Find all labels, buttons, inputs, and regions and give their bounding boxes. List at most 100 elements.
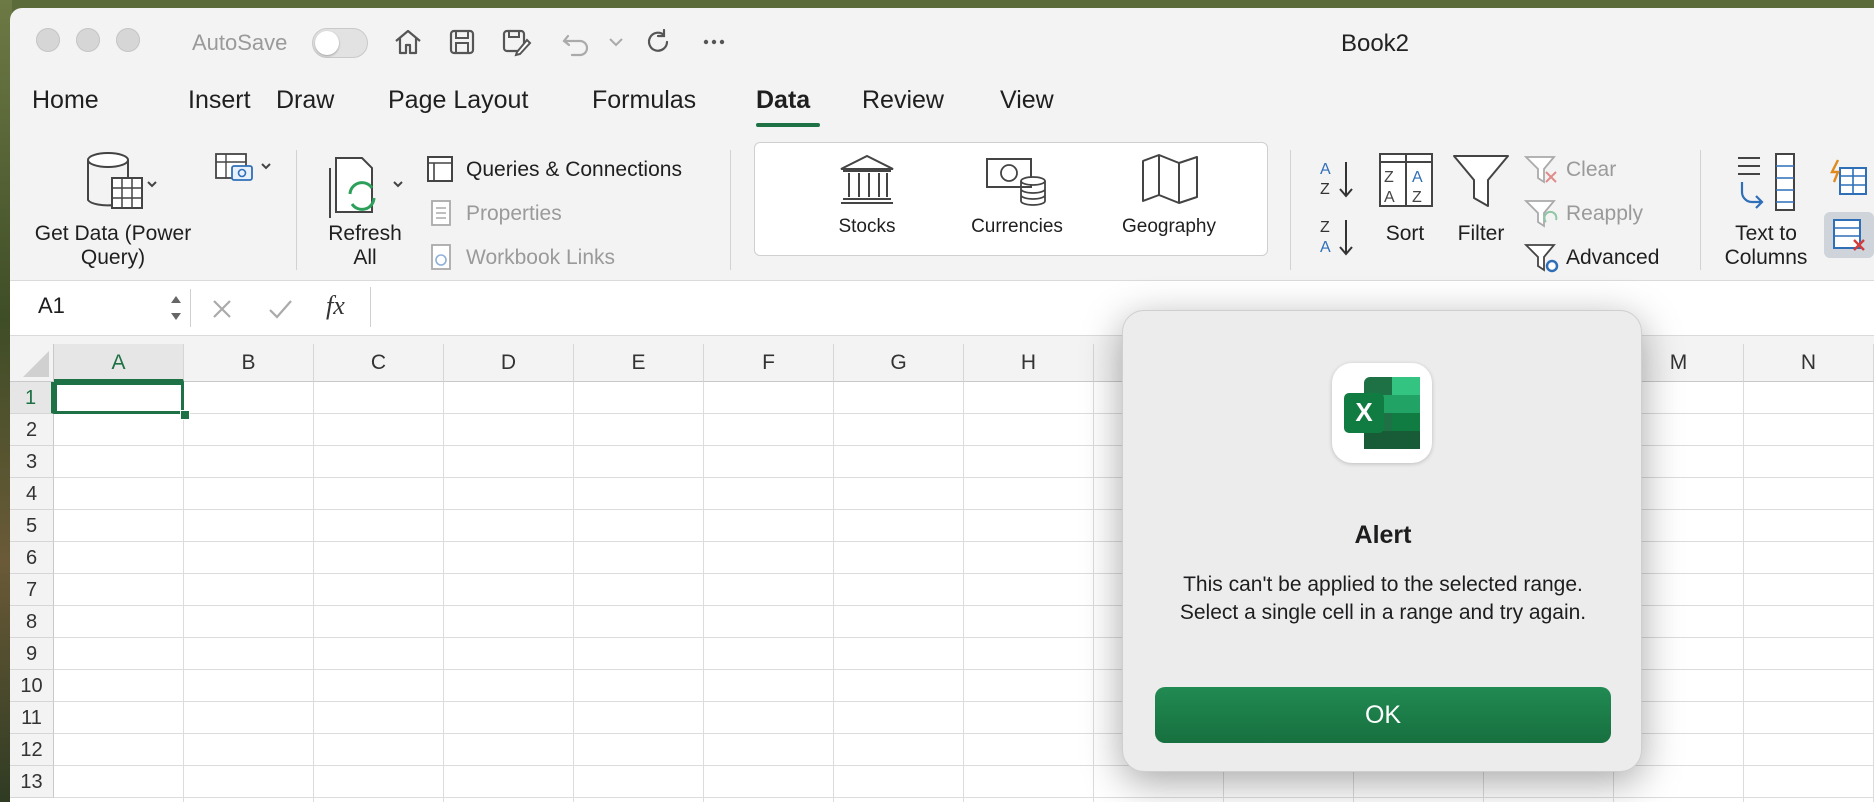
get-data-label: Get Data (Power Query) — [34, 222, 192, 269]
data-validation-icon — [1833, 219, 1865, 251]
advanced-filter-button[interactable]: Advanced — [1522, 242, 1682, 276]
cancel-entry-icon[interactable] — [206, 293, 238, 325]
grid-column-line — [833, 382, 834, 802]
sort-button[interactable]: ZAAZ Sort — [1370, 148, 1440, 258]
workbook-links-button[interactable]: Workbook Links — [422, 242, 652, 276]
excel-app-icon: X — [1332, 363, 1432, 463]
reapply-filter-icon — [1524, 200, 1558, 228]
reapply-filter-button[interactable]: Reapply — [1522, 198, 1672, 232]
formula-divider — [370, 287, 371, 327]
filter-icon — [1453, 155, 1509, 207]
insert-function-button[interactable]: fx — [326, 291, 345, 321]
data-types-gallery: Stocks Currencies Geography — [754, 142, 1268, 256]
row-header-5[interactable]: 5 — [10, 510, 54, 542]
from-picture-icon[interactable] — [212, 152, 276, 186]
sort-label: Sort — [1385, 222, 1425, 245]
confirm-entry-icon[interactable] — [264, 293, 296, 325]
properties-button[interactable]: Properties — [422, 198, 622, 232]
alert-message: This can't be applied to the selected ra… — [1179, 573, 1587, 624]
tab-insert[interactable]: Insert — [188, 86, 251, 115]
grid-column-line — [1743, 382, 1744, 802]
grid-column-line — [183, 382, 184, 802]
column-header-e[interactable]: E — [574, 344, 704, 382]
filter-button[interactable]: Filter — [1446, 148, 1516, 258]
name-box-value: A1 — [38, 293, 65, 318]
geography-label: Geography — [1121, 216, 1216, 237]
row-header-13[interactable]: 13 — [10, 766, 54, 798]
column-header-n[interactable]: N — [1744, 344, 1874, 382]
name-box[interactable]: A1 — [20, 289, 191, 327]
document-title: Book2 — [1340, 30, 1410, 57]
clear-filter-icon — [1524, 156, 1557, 184]
tab-formulas[interactable]: Formulas — [592, 86, 696, 115]
ribbon-separator — [296, 150, 297, 270]
ok-button[interactable]: OK — [1155, 687, 1611, 743]
tab-review[interactable]: Review — [862, 86, 944, 115]
clear-filter-button[interactable]: Clear — [1522, 154, 1652, 188]
ribbon-separator — [1290, 150, 1291, 270]
refresh-all-button[interactable]: Refresh All — [318, 150, 418, 280]
clear-label: Clear — [1566, 158, 1617, 181]
name-box-stepper-icon[interactable] — [168, 291, 184, 325]
tab-view[interactable]: View — [1000, 86, 1054, 115]
row-header-6[interactable]: 6 — [10, 542, 54, 574]
svg-text:A: A — [1320, 239, 1331, 256]
column-header-a[interactable]: A — [54, 344, 184, 382]
queries-connections-label: Queries & Connections — [466, 158, 682, 181]
svg-text:Z: Z — [1412, 189, 1422, 206]
stocks-icon — [840, 154, 894, 204]
currencies-button[interactable]: Currencies — [955, 153, 1079, 249]
svg-text:A: A — [1320, 161, 1331, 178]
sort-a-to-z-icon[interactable]: AZ — [1316, 158, 1360, 202]
grid-column-line — [313, 382, 314, 802]
data-validation-button[interactable] — [1824, 212, 1874, 258]
workbook-links-label: Workbook Links — [466, 246, 616, 269]
column-header-h[interactable]: H — [964, 344, 1094, 382]
selected-cell-a1[interactable] — [54, 382, 184, 414]
tab-home[interactable]: Home — [32, 86, 99, 115]
row-header-4[interactable]: 4 — [10, 478, 54, 510]
geography-button[interactable]: Geography — [1107, 153, 1231, 249]
tab-data[interactable]: Data — [756, 86, 810, 115]
filter-label: Filter — [1457, 222, 1505, 245]
formula-input[interactable] — [382, 287, 1862, 327]
grid-column-line — [573, 382, 574, 802]
row-header-10[interactable]: 10 — [10, 670, 54, 702]
row-header-7[interactable]: 7 — [10, 574, 54, 606]
text-to-columns-icon — [1738, 153, 1795, 211]
currencies-icon — [986, 158, 1046, 206]
fill-handle[interactable] — [180, 410, 190, 420]
column-header-g[interactable]: G — [834, 344, 964, 382]
stocks-label: Stocks — [838, 216, 896, 237]
ribbon-separator — [1700, 150, 1701, 270]
row-header-3[interactable]: 3 — [10, 446, 54, 478]
stocks-button[interactable]: Stocks — [815, 153, 919, 249]
text-to-columns-button[interactable]: Text to Columns — [1718, 148, 1814, 272]
queries-connections-button[interactable]: Queries & Connections — [422, 154, 752, 188]
excel-window: AutoSave Book2 Home Insert Draw Page Lay… — [10, 8, 1874, 802]
row-header-2[interactable]: 2 — [10, 414, 54, 446]
row-header-12[interactable]: 12 — [10, 734, 54, 766]
geography-icon — [1142, 154, 1198, 204]
row-header-8[interactable]: 8 — [10, 606, 54, 638]
select-all-corner[interactable] — [10, 344, 54, 382]
alert-title: Alert — [1354, 521, 1412, 549]
refresh-icon — [329, 157, 403, 218]
svg-text:Z: Z — [1320, 219, 1330, 236]
column-header-b[interactable]: B — [184, 344, 314, 382]
column-header-f[interactable]: F — [704, 344, 834, 382]
tab-page-layout[interactable]: Page Layout — [388, 86, 528, 115]
row-header-9[interactable]: 9 — [10, 638, 54, 670]
svg-text:A: A — [1384, 189, 1395, 206]
row-header-1[interactable]: 1 — [10, 382, 54, 414]
sort-z-to-a-icon[interactable]: ZA — [1316, 216, 1360, 260]
get-data-button[interactable]: Get Data (Power Query) — [28, 150, 198, 280]
currencies-label: Currencies — [971, 216, 1063, 237]
flash-fill-icon[interactable] — [1828, 158, 1868, 198]
tab-draw[interactable]: Draw — [276, 86, 334, 115]
column-header-c[interactable]: C — [314, 344, 444, 382]
selected-tab-indicator — [756, 123, 820, 127]
row-header-11[interactable]: 11 — [10, 702, 54, 734]
grid-row-line — [54, 797, 1874, 798]
column-header-d[interactable]: D — [444, 344, 574, 382]
